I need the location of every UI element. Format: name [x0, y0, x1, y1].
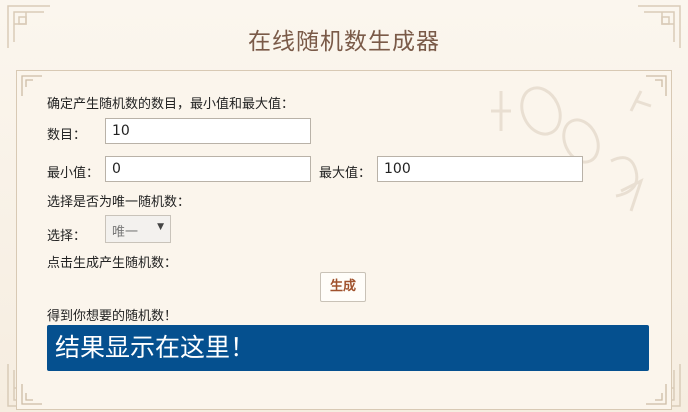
- page-title: 在线随机数生成器: [248, 29, 440, 55]
- max-input[interactable]: [377, 156, 583, 182]
- unique-select-label: 选择：: [47, 229, 87, 244]
- panel-corner-ornament-icon: [21, 384, 42, 405]
- panel-corner-ornament-icon: [21, 75, 42, 96]
- min-input[interactable]: [105, 156, 311, 182]
- generate-button[interactable]: 生成: [320, 272, 366, 302]
- count-label: 数目：: [47, 128, 87, 143]
- result-display: 结果显示在这里！: [47, 325, 649, 371]
- generator-panel: 确定产生随机数的数目，最小值和最大值： 数目： 最小值： 最大值： 选择是否为唯…: [16, 70, 672, 410]
- generate-prompt-text: 点击生成产生随机数：: [47, 256, 178, 271]
- numbers-watermark-icon: [491, 86, 652, 212]
- result-prompt-text: 得到你想要的随机数！: [47, 309, 178, 324]
- unique-prompt-text: 选择是否为唯一随机数：: [47, 195, 191, 210]
- max-label: 最大值：: [319, 166, 372, 181]
- panel-corner-ornament-icon: [646, 384, 667, 405]
- unique-select-value: 唯一: [112, 225, 139, 240]
- dropdown-arrow-icon: ▼: [157, 222, 164, 232]
- count-input[interactable]: [105, 118, 311, 144]
- panel-corner-ornament-icon: [646, 75, 667, 96]
- min-label: 最小值：: [47, 166, 100, 181]
- instruction-text: 确定产生随机数的数目，最小值和最大值：: [47, 97, 295, 112]
- unique-select[interactable]: 唯一 ▼: [105, 215, 171, 243]
- page: 在线随机数生成器 确定产生随机数的数目，最小值和最大值： 数目： 10 最小值：…: [0, 0, 688, 412]
